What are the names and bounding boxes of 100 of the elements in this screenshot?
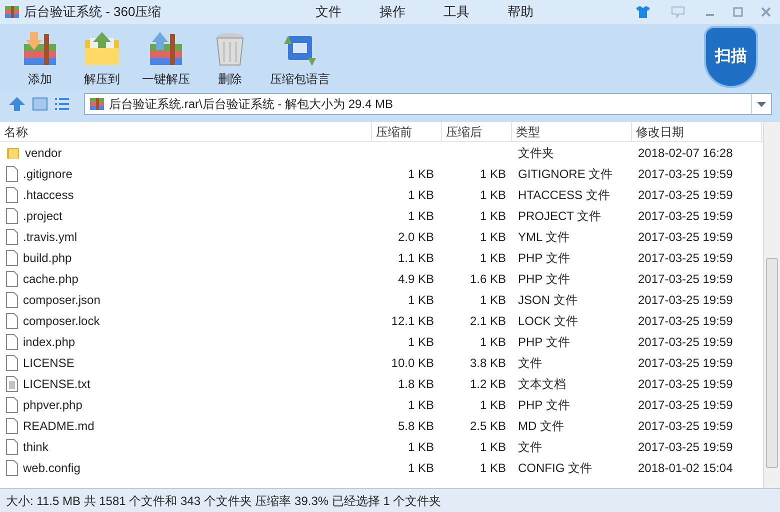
table-cell: 3.8 KB: [470, 356, 506, 370]
shirt-icon[interactable]: [635, 5, 651, 19]
table-cell: MD 文件: [518, 418, 564, 432]
table-cell: 1 KB: [408, 292, 434, 306]
table-cell: 文件: [518, 440, 542, 454]
table-cell: PROJECT 文件: [518, 208, 602, 222]
file-icon: [6, 250, 18, 266]
table-cell: 1 KB: [480, 398, 506, 412]
table-cell: 2017-03-25 19:59: [638, 292, 733, 306]
table-cell: 2.0 KB: [398, 230, 434, 244]
message-icon[interactable]: [671, 6, 685, 18]
file-icon: [6, 354, 18, 370]
table-cell: 2.5 KB: [470, 418, 506, 432]
menu-item[interactable]: 帮助: [503, 2, 538, 22]
table-cell: 1.2 KB: [470, 376, 506, 390]
file-name[interactable]: build.php: [23, 248, 72, 266]
file-name[interactable]: .htaccess: [23, 186, 74, 204]
table-cell: 1.1 KB: [398, 250, 434, 264]
file-icon: [6, 312, 18, 328]
column-header[interactable]: 压缩后: [442, 122, 512, 141]
file-name[interactable]: .gitignore: [23, 164, 72, 182]
table-cell: 2017-03-25 19:59: [638, 166, 733, 180]
address-field[interactable]: 后台验证系统.rar\后台验证系统 - 解包大小为 29.4 MB: [84, 93, 772, 115]
file-name[interactable]: think: [23, 438, 48, 456]
file-icon: [6, 186, 18, 202]
file-icon: [6, 460, 18, 476]
table-cell: 2018-02-07 16:28: [638, 146, 733, 160]
window-title: 后台验证系统 - 360压缩: [24, 3, 162, 22]
table-cell: PHP 文件: [518, 398, 570, 412]
toolbar-button[interactable]: 删除: [200, 30, 260, 88]
table-cell: 1.6 KB: [470, 272, 506, 286]
table-cell: 1 KB: [480, 166, 506, 180]
table-cell: 1 KB: [408, 440, 434, 454]
table-cell: 1 KB: [408, 334, 434, 348]
column-header[interactable]: 类型: [512, 122, 632, 141]
file-icon: [6, 270, 18, 286]
table-cell: PHP 文件: [518, 250, 570, 264]
close-icon[interactable]: [761, 7, 771, 17]
table-cell: 1 KB: [480, 250, 506, 264]
file-icon: [6, 166, 18, 182]
file-name[interactable]: composer.lock: [23, 312, 100, 330]
toolbar-button[interactable]: 一键解压: [134, 30, 198, 88]
file-name[interactable]: phpver.php: [23, 396, 82, 414]
table-cell: 2017-03-25 19:59: [638, 314, 733, 328]
file-name[interactable]: cache.php: [23, 270, 78, 288]
archive-icon: [89, 96, 105, 112]
dropdown-caret-icon[interactable]: [757, 102, 766, 106]
table-cell: 文件: [518, 356, 542, 370]
toolbar-button[interactable]: 解压到: [72, 30, 132, 88]
thumbnail-view-icon[interactable]: [32, 97, 48, 111]
file-name[interactable]: vendor: [25, 144, 62, 162]
maximize-icon[interactable]: [733, 7, 743, 17]
table-cell: 2017-03-25 19:59: [638, 188, 733, 202]
table-cell: 1 KB: [408, 398, 434, 412]
file-name[interactable]: composer.json: [23, 290, 100, 308]
table-cell: 4.9 KB: [398, 272, 434, 286]
status-text: 大小: 11.5 MB 共 1581 个文件和 343 个文件夹 压缩率 39.3% 已经选择 1 个文件夹: [6, 492, 442, 510]
file-name[interactable]: index.php: [23, 332, 76, 350]
toolbar-button[interactable]: 压缩包语言: [262, 30, 338, 88]
table-cell: 2017-03-25 19:59: [638, 376, 733, 390]
table-cell: 2017-03-25 19:59: [638, 418, 733, 432]
file-name[interactable]: .travis.yml: [23, 228, 77, 246]
table-cell: 1 KB: [480, 334, 506, 348]
table-cell: 1 KB: [480, 230, 506, 244]
table-cell: 1 KB: [480, 440, 506, 454]
file-icon: [6, 208, 18, 224]
text-file-icon: [6, 376, 18, 392]
up-arrow-icon[interactable]: [8, 96, 26, 112]
file-name[interactable]: .project: [23, 206, 62, 224]
table-cell: 2017-03-25 19:59: [638, 334, 733, 348]
table-cell: 2017-03-25 19:59: [638, 208, 733, 222]
file-icon: [6, 396, 18, 412]
scrollbar[interactable]: [763, 122, 780, 488]
file-icon: [6, 228, 18, 244]
table-cell: PHP 文件: [518, 334, 570, 348]
menu-item[interactable]: 文件: [311, 2, 346, 22]
file-name[interactable]: LICENSE.txt: [23, 374, 90, 392]
file-name[interactable]: LICENSE: [23, 354, 74, 372]
list-view-icon[interactable]: [54, 97, 70, 111]
table-cell: YML 文件: [518, 230, 570, 244]
table-cell: 1 KB: [408, 460, 434, 474]
table-cell: 2017-03-25 19:59: [638, 272, 733, 286]
table-cell: JSON 文件: [518, 292, 578, 306]
file-name[interactable]: web.config: [23, 458, 80, 476]
column-header[interactable]: 名称: [0, 122, 372, 141]
table-cell: 1 KB: [408, 166, 434, 180]
menu-item[interactable]: 操作: [375, 2, 410, 22]
table-cell: 2017-03-25 19:59: [638, 230, 733, 244]
table-cell: LOCK 文件: [518, 314, 578, 328]
file-icon: [6, 334, 18, 350]
table-cell: CONFIG 文件: [518, 460, 592, 474]
column-header[interactable]: 修改日期: [632, 122, 762, 141]
menu-item[interactable]: 工具: [439, 2, 474, 22]
table-cell: PHP 文件: [518, 272, 570, 286]
toolbar-button[interactable]: 添加: [10, 30, 70, 88]
column-header[interactable]: 压缩前: [372, 122, 442, 141]
file-name[interactable]: README.md: [23, 416, 94, 434]
table-cell: 文本文档: [518, 376, 566, 390]
table-cell: GITIGNORE 文件: [518, 166, 613, 180]
scan-shield-button[interactable]: 扫描: [704, 26, 758, 88]
